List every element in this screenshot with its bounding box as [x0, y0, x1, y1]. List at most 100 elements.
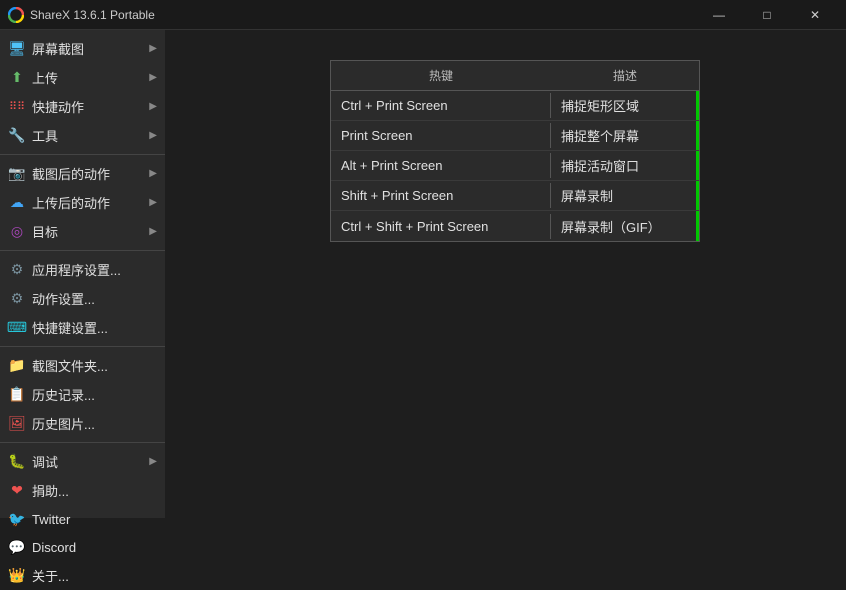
- arrow-icon-debug: ▶: [149, 456, 157, 467]
- separator-1: [0, 154, 165, 155]
- submenu-row-3[interactable]: Shift + Print Screen 屏幕录制: [331, 181, 699, 211]
- menu-label-imghistory: 历史图片...: [32, 414, 157, 433]
- tools-icon: 🔧: [8, 127, 26, 145]
- menu-item-target[interactable]: ◎ 目标 ▶: [0, 217, 165, 246]
- hotkeysettings-icon: ⌨: [8, 319, 26, 337]
- menu-item-screenshot[interactable]: 🖥 屏幕截图 ▶: [0, 34, 165, 63]
- imghistory-icon: 🖼: [8, 415, 26, 433]
- separator-4: [0, 442, 165, 443]
- menu-item-imghistory[interactable]: 🖼 历史图片...: [0, 409, 165, 438]
- menu-item-actions[interactable]: ⠿⠿ 快捷动作 ▶: [0, 92, 165, 121]
- screenshot-icon: 🖥: [8, 40, 26, 58]
- actionsettings-icon: ⚙: [8, 290, 26, 308]
- menu-label-screenshot: 屏幕截图: [32, 39, 145, 58]
- submenu-header: 热键 描述: [331, 61, 699, 91]
- menu-item-debug[interactable]: 🐛 调试 ▶: [0, 447, 165, 476]
- menu-label-tools: 工具: [32, 126, 145, 145]
- window-controls: — □ ✕: [696, 0, 838, 30]
- content-area: 热键 描述 Ctrl + Print Screen 捕捉矩形区域 Print S…: [165, 30, 846, 518]
- actions-icon: ⠿⠿: [8, 98, 26, 116]
- menu-label-about: 关于...: [32, 566, 157, 585]
- hotkey-2: Alt + Print Screen: [331, 153, 551, 178]
- desc-4: 屏幕录制（GIF）: [551, 212, 696, 241]
- donate-icon: ❤: [8, 482, 26, 500]
- submenu-popup: 热键 描述 Ctrl + Print Screen 捕捉矩形区域 Print S…: [330, 60, 700, 242]
- arrow-icon-actions: ▶: [149, 101, 157, 112]
- upload-icon: ⬆: [8, 69, 26, 87]
- menu-label-target: 目标: [32, 222, 145, 241]
- menu-item-actionsettings[interactable]: ⚙ 动作设置...: [0, 284, 165, 313]
- menu-item-upload[interactable]: ⬆ 上传 ▶: [0, 63, 165, 92]
- submenu-row-0[interactable]: Ctrl + Print Screen 捕捉矩形区域: [331, 91, 699, 121]
- folder-icon: 📁: [8, 357, 26, 375]
- menu-item-donate[interactable]: ❤ 捐助...: [0, 476, 165, 505]
- menu-label-donate: 捐助...: [32, 481, 157, 500]
- app-title: ShareX 13.6.1 Portable: [30, 8, 696, 22]
- submenu-row-1[interactable]: Print Screen 捕捉整个屏幕: [331, 121, 699, 151]
- menu-label-actions: 快捷动作: [32, 97, 145, 116]
- menu-item-tools[interactable]: 🔧 工具 ▶: [0, 121, 165, 150]
- menu-item-appsettings[interactable]: ⚙ 应用程序设置...: [0, 255, 165, 284]
- history-icon: 📋: [8, 386, 26, 404]
- arrow-icon-afterupload: ▶: [149, 197, 157, 208]
- separator-2: [0, 250, 165, 251]
- green-bar-1: [696, 121, 699, 150]
- menu-item-history[interactable]: 📋 历史记录...: [0, 380, 165, 409]
- target-icon: ◎: [8, 223, 26, 241]
- submenu-row-4[interactable]: Ctrl + Shift + Print Screen 屏幕录制（GIF）: [331, 211, 699, 241]
- menu-item-afterupload[interactable]: ☁ 上传后的动作 ▶: [0, 188, 165, 217]
- arrow-icon-screenshot: ▶: [149, 43, 157, 54]
- menu-label-appsettings: 应用程序设置...: [32, 260, 157, 279]
- hotkey-0: Ctrl + Print Screen: [331, 93, 551, 118]
- twitter-icon: 🐦: [8, 510, 26, 528]
- menu-item-about[interactable]: 👑 关于...: [0, 561, 165, 590]
- appsettings-icon: ⚙: [8, 261, 26, 279]
- menu-label-twitter: Twitter: [32, 512, 157, 527]
- maximize-button[interactable]: □: [744, 0, 790, 30]
- hotkey-1: Print Screen: [331, 123, 551, 148]
- title-bar: ShareX 13.6.1 Portable — □ ✕: [0, 0, 846, 30]
- aftercapture-icon: 📷: [8, 165, 26, 183]
- menu-item-aftercapture[interactable]: 📷 截图后的动作 ▶: [0, 159, 165, 188]
- menu-item-twitter[interactable]: 🐦 Twitter: [0, 505, 165, 533]
- separator-3: [0, 346, 165, 347]
- col-header-hotkey: 热键: [331, 65, 551, 86]
- col-header-desc: 描述: [551, 65, 699, 86]
- green-bar-4: [696, 211, 699, 241]
- menu-label-folder: 截图文件夹...: [32, 356, 157, 375]
- submenu-row-2[interactable]: Alt + Print Screen 捕捉活动窗口: [331, 151, 699, 181]
- left-menu: 🖥 屏幕截图 ▶ ⬆ 上传 ▶ ⠿⠿ 快捷动作 ▶ 🔧 工具 ▶ 📷 截图后的动…: [0, 30, 165, 518]
- discord-icon: 💬: [8, 538, 26, 556]
- menu-label-discord: Discord: [32, 540, 157, 555]
- menu-label-upload: 上传: [32, 68, 145, 87]
- menu-item-discord[interactable]: 💬 Discord: [0, 533, 165, 561]
- menu-label-actionsettings: 动作设置...: [32, 289, 157, 308]
- arrow-icon-aftercapture: ▶: [149, 168, 157, 179]
- afterupload-icon: ☁: [8, 194, 26, 212]
- hotkey-3: Shift + Print Screen: [331, 183, 551, 208]
- debug-icon: 🐛: [8, 453, 26, 471]
- green-bar-2: [696, 151, 699, 180]
- menu-label-afterupload: 上传后的动作: [32, 193, 145, 212]
- menu-label-debug: 调试: [32, 452, 145, 471]
- menu-label-hotkeysettings: 快捷键设置...: [32, 318, 157, 337]
- menu-item-folder[interactable]: 📁 截图文件夹...: [0, 351, 165, 380]
- close-button[interactable]: ✕: [792, 0, 838, 30]
- menu-label-history: 历史记录...: [32, 385, 157, 404]
- green-bar-0: [696, 91, 699, 120]
- main-area: 🖥 屏幕截图 ▶ ⬆ 上传 ▶ ⠿⠿ 快捷动作 ▶ 🔧 工具 ▶ 📷 截图后的动…: [0, 30, 846, 518]
- minimize-button[interactable]: —: [696, 0, 742, 30]
- arrow-icon-target: ▶: [149, 226, 157, 237]
- hotkey-4: Ctrl + Shift + Print Screen: [331, 214, 551, 239]
- arrow-icon-tools: ▶: [149, 130, 157, 141]
- about-icon: 👑: [8, 567, 26, 585]
- desc-3: 屏幕录制: [551, 181, 696, 210]
- app-icon: [8, 7, 24, 23]
- menu-label-aftercapture: 截图后的动作: [32, 164, 145, 183]
- menu-item-hotkeysettings[interactable]: ⌨ 快捷键设置...: [0, 313, 165, 342]
- desc-0: 捕捉矩形区域: [551, 91, 696, 120]
- arrow-icon-upload: ▶: [149, 72, 157, 83]
- desc-1: 捕捉整个屏幕: [551, 121, 696, 150]
- green-bar-3: [696, 181, 699, 210]
- desc-2: 捕捉活动窗口: [551, 151, 696, 180]
